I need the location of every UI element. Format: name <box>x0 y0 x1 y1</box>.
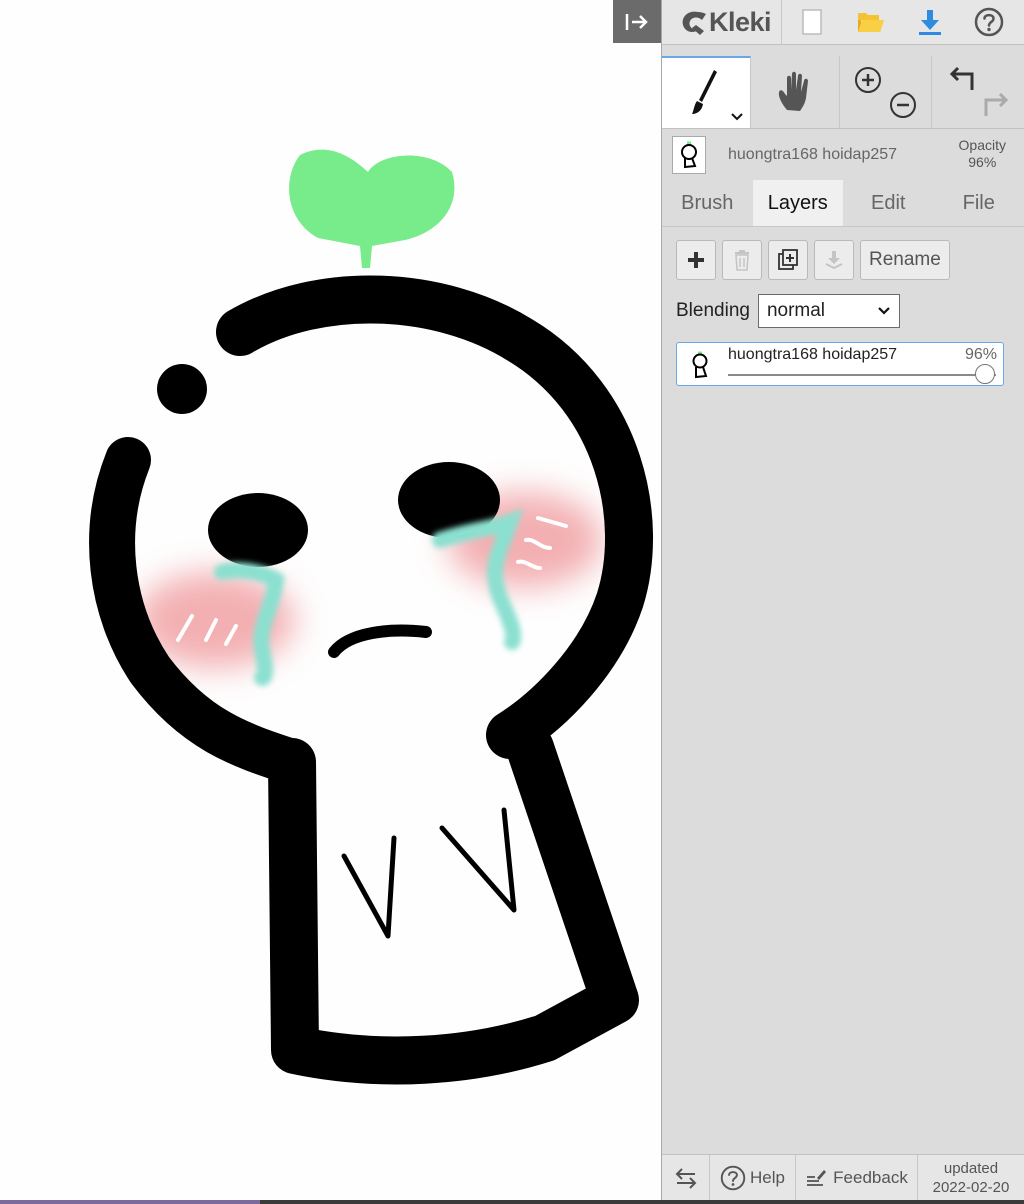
zoom-out-icon[interactable] <box>889 92 916 118</box>
redo-icon[interactable] <box>984 92 1009 116</box>
kleki-logo-icon <box>682 11 706 35</box>
feedback-icon <box>807 1170 827 1186</box>
zoom-buttons <box>840 56 932 128</box>
delete-layer-button[interactable] <box>722 240 762 280</box>
help-label: Help <box>750 1168 785 1187</box>
download-icon <box>918 10 941 35</box>
blending-row: Blending normal <box>676 294 900 328</box>
feedback-label: Feedback <box>833 1168 908 1187</box>
footer-bar: Help Feedback updated 2022-02-20 <box>662 1154 1024 1201</box>
panel-tabs: Brush Layers Edit File <box>662 180 1024 227</box>
merge-layer-button[interactable] <box>814 240 854 280</box>
help-top-button[interactable] <box>959 0 1018 44</box>
arrow-right-bar-icon <box>625 13 648 30</box>
layer-thumbnail <box>672 136 706 174</box>
tab-layers[interactable]: Layers <box>752 180 843 226</box>
add-layer-button[interactable] <box>676 240 716 280</box>
opacity-display: Opacity 96% <box>959 137 1006 171</box>
trash-icon <box>735 250 749 271</box>
tab-brush[interactable]: Brush <box>662 180 753 226</box>
updated-label: updated <box>943 1160 999 1177</box>
hand-tool-button[interactable] <box>751 56 840 128</box>
duplicate-icon <box>778 249 798 270</box>
opacity-value: 96% <box>968 154 997 170</box>
opacity-label: Opacity <box>958 137 1006 153</box>
layer-name: huongtra168 hoidap257 <box>728 146 898 163</box>
hand-icon <box>778 71 808 111</box>
blending-select[interactable]: normal <box>757 294 900 328</box>
layer-item-thumbnail <box>692 351 708 379</box>
save-button[interactable] <box>900 0 959 44</box>
tool-selector <box>662 56 1024 129</box>
zoom-in-icon[interactable] <box>854 67 881 93</box>
layer-opacity-slider-handle[interactable] <box>975 364 996 384</box>
current-layer-info: huongtra168 hoidap257 Opacity 96% <box>662 130 1024 180</box>
tab-file[interactable]: File <box>934 180 1024 226</box>
feedback-button[interactable]: Feedback <box>796 1155 918 1201</box>
layer-item-name: huongtra168 hoidap257 <box>728 346 898 363</box>
question-circle-icon <box>720 1165 746 1191</box>
folder-icon <box>857 13 884 32</box>
tab-edit[interactable]: Edit <box>843 180 934 226</box>
merge-down-icon <box>825 251 843 270</box>
collapse-panel-button[interactable] <box>613 0 661 43</box>
undo-redo-buttons <box>932 56 1024 128</box>
updated-date: 2022-02-20 <box>932 1179 1010 1196</box>
chevron-down-icon[interactable] <box>730 112 744 122</box>
rename-layer-button[interactable]: Rename <box>860 240 950 280</box>
question-circle-icon <box>974 7 1003 37</box>
layer-preview-icon <box>681 141 697 169</box>
new-file-icon <box>801 9 822 35</box>
duplicate-layer-button[interactable] <box>768 240 808 280</box>
tool-panel: Kleki huongtra168 hoidap257 Opacity 96% … <box>661 0 1024 1204</box>
top-toolbar: Kleki <box>662 0 1024 45</box>
canvas-artwork <box>89 149 653 1085</box>
brush-tool-button[interactable] <box>662 56 751 128</box>
kleki-logo[interactable]: Kleki <box>662 0 783 44</box>
layer-item-opacity: 96% <box>964 346 997 363</box>
brush-icon <box>692 70 717 114</box>
zoom-controls <box>854 67 916 118</box>
layer-opacity-slider[interactable] <box>728 374 996 376</box>
plus-icon <box>688 252 704 268</box>
chevron-down-icon <box>878 307 890 315</box>
app-name: Kleki <box>709 6 772 37</box>
version-info: updated 2022-02-20 <box>918 1155 1024 1201</box>
history-controls <box>949 66 1009 116</box>
blending-label: Blending <box>676 300 750 321</box>
blending-value: normal <box>766 300 826 321</box>
swap-side-button[interactable] <box>662 1155 710 1201</box>
drawing-canvas[interactable] <box>0 0 661 1204</box>
layer-list-item[interactable]: huongtra168 hoidap257 96% <box>676 342 1004 386</box>
new-image-button[interactable] <box>782 0 841 44</box>
help-button[interactable]: Help <box>710 1155 796 1201</box>
swap-arrows-icon <box>675 1168 696 1189</box>
window-bottom-border <box>0 1200 1024 1204</box>
layer-actions: Rename <box>676 240 950 280</box>
open-file-button[interactable] <box>841 0 900 44</box>
undo-icon[interactable] <box>949 66 974 90</box>
